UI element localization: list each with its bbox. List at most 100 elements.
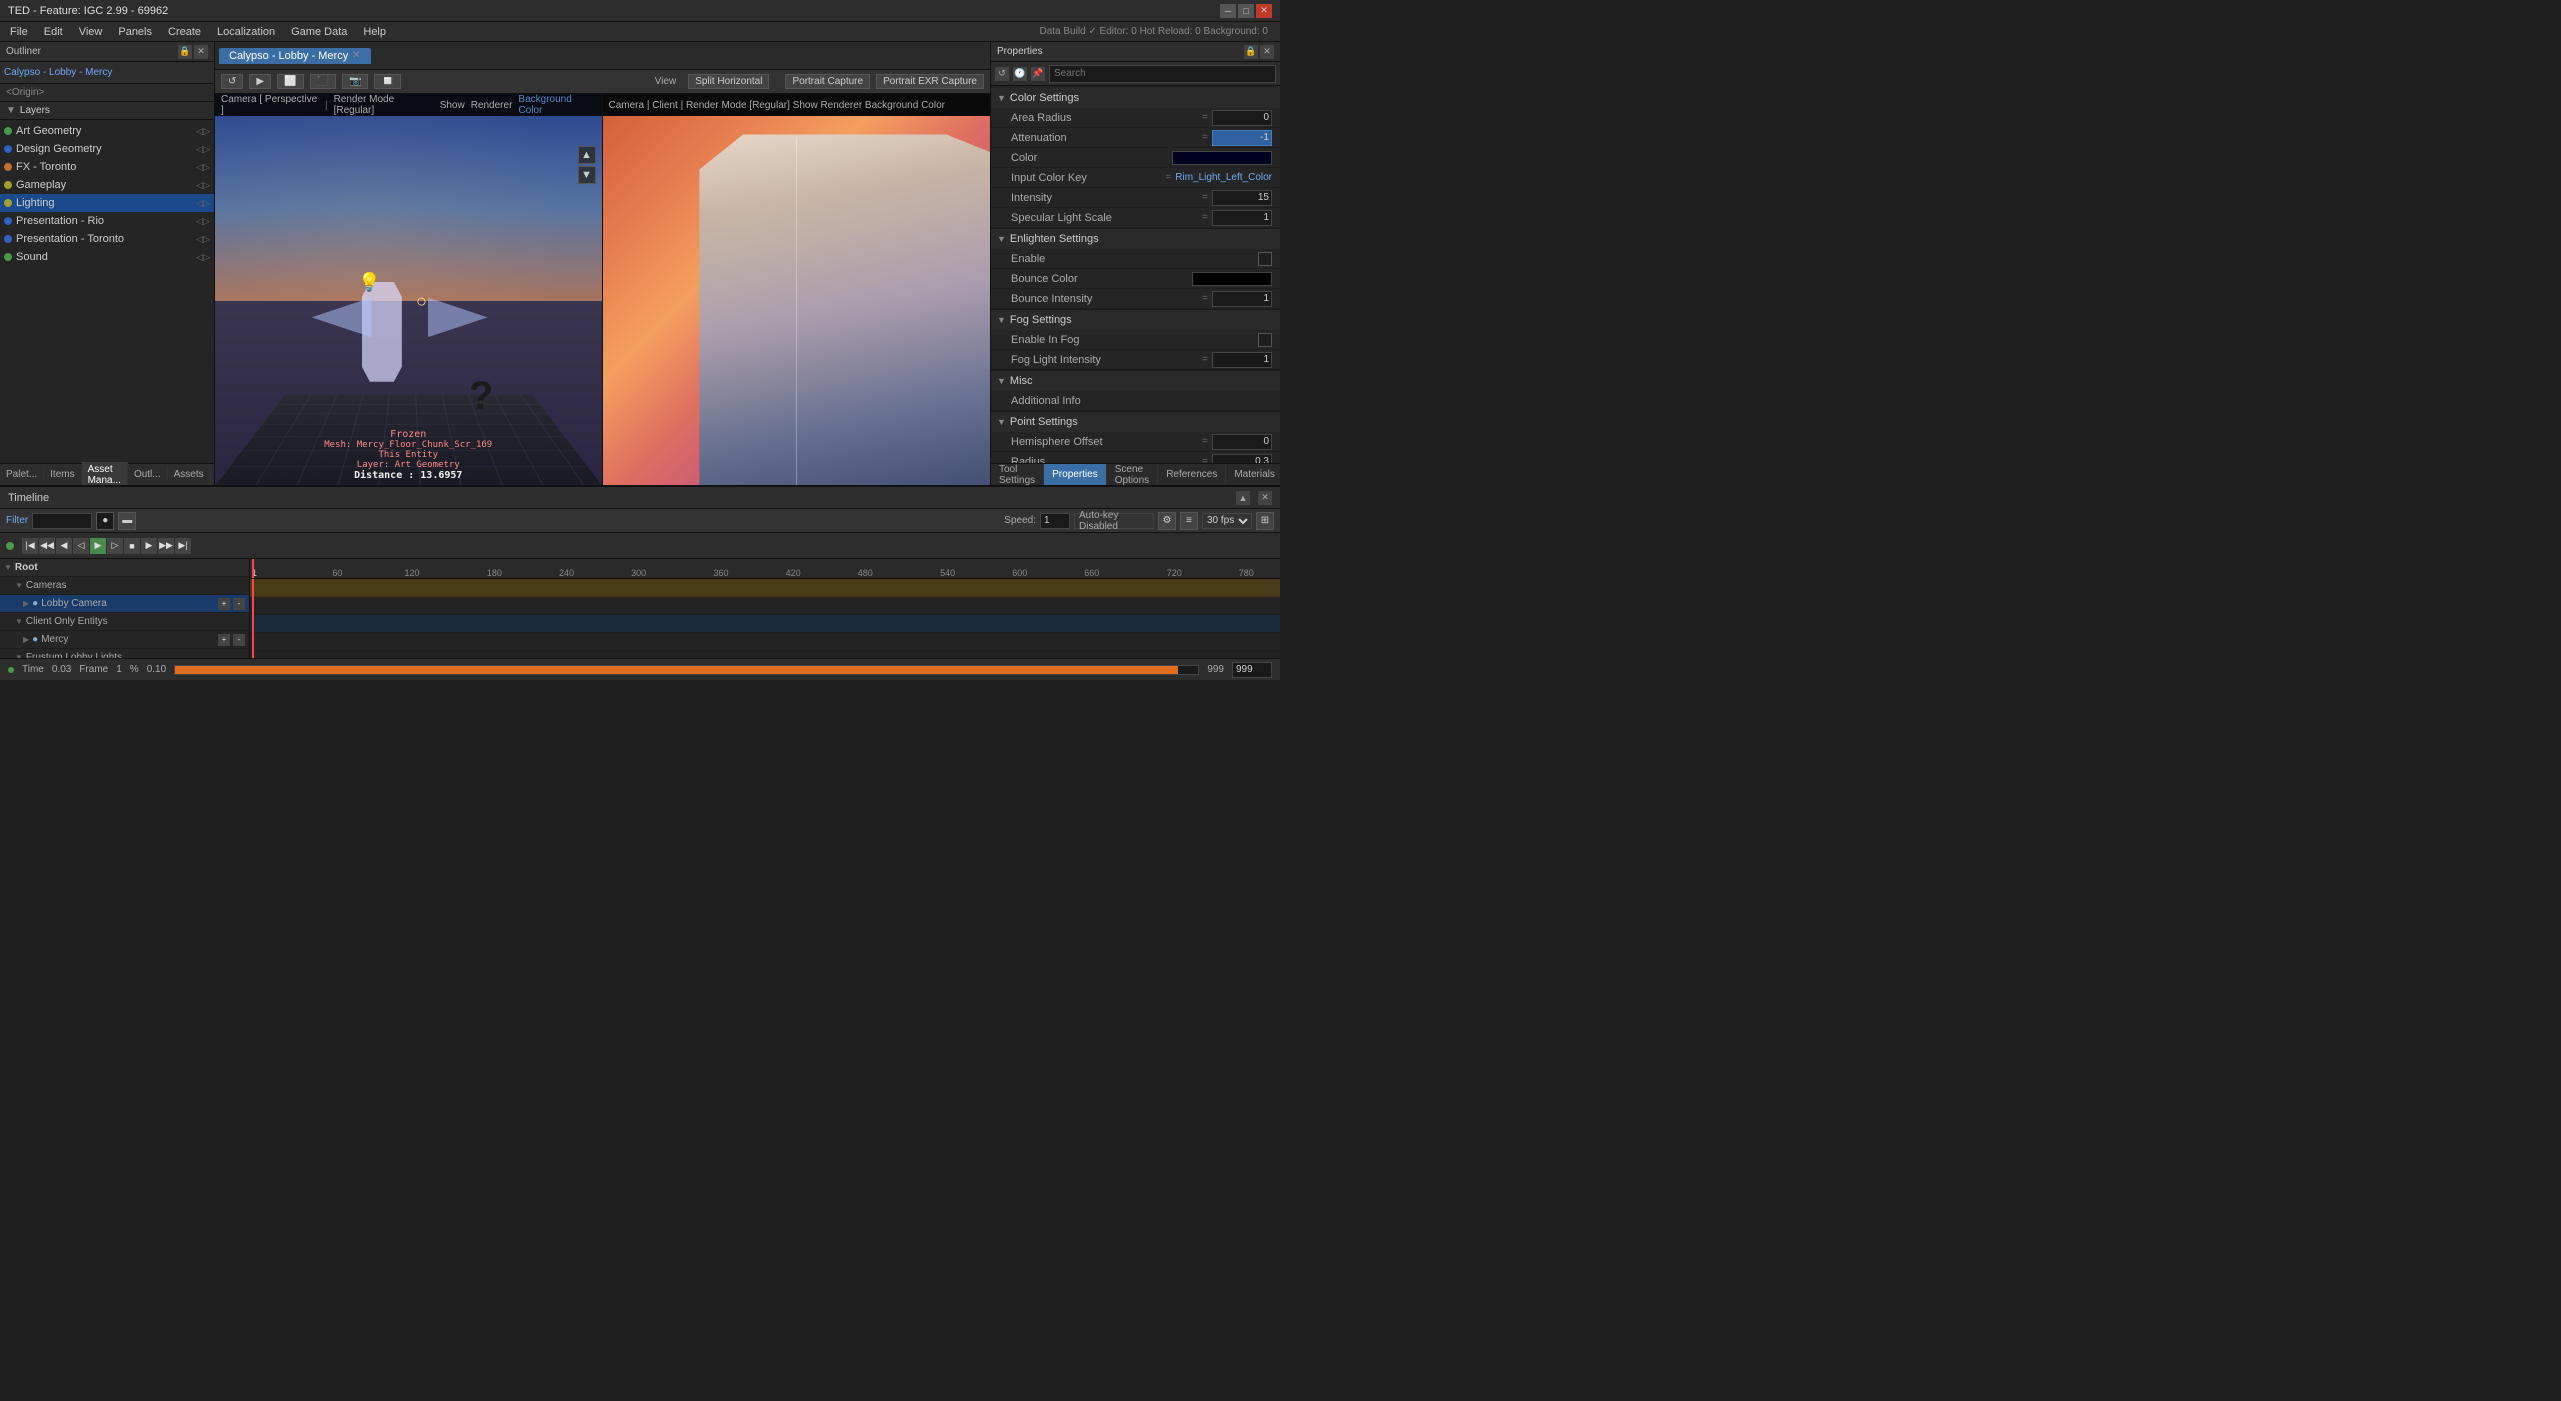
transport-end[interactable]: ▶| xyxy=(175,538,191,554)
props-refresh-button[interactable]: ↺ xyxy=(995,67,1009,81)
menu-game-data[interactable]: Game Data xyxy=(285,24,353,40)
layer-fx-toronto[interactable]: FX - Toronto ◁▷ xyxy=(0,158,214,176)
bg-color-button[interactable]: Background Color xyxy=(518,94,595,116)
transport-next-key[interactable]: ▶▶ xyxy=(158,538,174,554)
minimize-button[interactable]: ─ xyxy=(1220,4,1236,18)
layer-presentation-rio[interactable]: Presentation - Rio ◁▷ xyxy=(0,212,214,230)
props-tab-materials[interactable]: Materials xyxy=(1226,464,1280,485)
props-lock-button[interactable]: 🔒 xyxy=(1244,45,1258,59)
viewport-tab-main[interactable]: Calypso - Lobby - Mercy ✕ xyxy=(219,48,371,64)
tl-record-button[interactable]: ● xyxy=(96,512,114,530)
transport-prev-key[interactable]: ◀◀ xyxy=(39,538,55,554)
outliner-lock-button[interactable]: 🔒 xyxy=(178,45,192,59)
show-button[interactable]: Show xyxy=(440,100,465,111)
props-tab-references[interactable]: References xyxy=(1158,464,1226,485)
tl-btn-2[interactable]: ▬ xyxy=(118,512,136,530)
vp-toolbar-icon-6[interactable]: 🔲 xyxy=(374,74,400,89)
timeline-expand-button[interactable]: ▲ xyxy=(1236,491,1250,505)
props-tab-properties[interactable]: Properties xyxy=(1044,464,1107,485)
renderer-button[interactable]: Renderer xyxy=(471,100,513,111)
color-swatch[interactable] xyxy=(1172,151,1272,165)
vp-toolbar-icon-5[interactable]: 📷 xyxy=(342,74,368,89)
props-history-button[interactable]: 🕐 xyxy=(1013,67,1027,81)
tab-outliner[interactable]: Outl... xyxy=(128,467,168,482)
outliner-tab-parent[interactable]: Calypso - Lobby - Mercy xyxy=(4,67,112,78)
speed-input[interactable] xyxy=(1040,513,1070,529)
area-radius-input[interactable] xyxy=(1212,110,1272,126)
layer-lighting[interactable]: Lighting ◁▷ xyxy=(0,194,214,212)
track-mercy-add[interactable]: + xyxy=(218,634,230,646)
layer-design-geometry[interactable]: Design Geometry ◁▷ xyxy=(0,140,214,158)
vp-toolbar-icon-1[interactable]: ↺ xyxy=(221,74,243,89)
point-settings-header[interactable]: ▼ Point Settings xyxy=(991,412,1280,432)
transport-prev[interactable]: ◁ xyxy=(73,538,89,554)
vp-nav-up[interactable]: ▲ xyxy=(578,146,596,164)
menu-view[interactable]: View xyxy=(73,24,109,40)
menu-panels[interactable]: Panels xyxy=(112,24,158,40)
vp-toolbar-icon-3[interactable]: ⬜ xyxy=(277,74,303,89)
radius-input[interactable] xyxy=(1212,454,1272,464)
viewport-tab-close[interactable]: ✕ xyxy=(352,50,360,61)
tab-assets[interactable]: Assets xyxy=(168,467,211,482)
bounce-color-swatch[interactable] xyxy=(1192,272,1272,286)
layer-gameplay[interactable]: Gameplay ◁▷ xyxy=(0,176,214,194)
enlighten-enable-checkbox[interactable] xyxy=(1258,252,1272,266)
portrait-exr-button[interactable]: Portrait EXR Capture xyxy=(876,74,984,89)
vp-toolbar-icon-2[interactable]: ▶ xyxy=(249,74,271,89)
track-lobby-camera[interactable]: ▶ ● Lobby Camera + - xyxy=(0,595,249,613)
layer-art-geometry[interactable]: Art Geometry ◁▷ xyxy=(0,122,214,140)
maximize-button[interactable]: □ xyxy=(1238,4,1254,18)
specular-scale-input[interactable] xyxy=(1212,210,1272,226)
timeline-end-input[interactable] xyxy=(1232,662,1272,678)
props-pin-button[interactable]: 📌 xyxy=(1031,67,1045,81)
outliner-close-button[interactable]: ✕ xyxy=(194,45,208,59)
tl-btn-5[interactable]: ⊞ xyxy=(1256,512,1274,530)
auto-key-dropdown[interactable]: Auto-key Disabled xyxy=(1074,513,1154,529)
bounce-intensity-input[interactable] xyxy=(1212,291,1272,307)
tab-palette[interactable]: Palet... xyxy=(0,467,44,482)
timeline-main-area[interactable]: 1 60 120 180 240 300 360 420 480 540 600… xyxy=(250,559,1280,658)
filter-label[interactable]: Filter xyxy=(6,515,28,526)
transport-start[interactable]: |◀ xyxy=(22,538,38,554)
layer-presentation-toronto[interactable]: Presentation - Toronto ◁▷ xyxy=(0,230,214,248)
timeline-close-button[interactable]: ✕ xyxy=(1258,491,1272,505)
menu-file[interactable]: File xyxy=(4,24,34,40)
filter-input[interactable] xyxy=(32,513,92,529)
intensity-input[interactable] xyxy=(1212,190,1272,206)
fog-settings-header[interactable]: ▼ Fog Settings xyxy=(991,310,1280,330)
props-tab-tool-settings[interactable]: Tool Settings xyxy=(991,464,1044,485)
menu-help[interactable]: Help xyxy=(357,24,392,40)
menu-edit[interactable]: Edit xyxy=(38,24,69,40)
viewport-portrait[interactable]: Camera | Client | Render Mode [Regular] … xyxy=(603,94,991,485)
close-button[interactable]: ✕ xyxy=(1256,4,1272,18)
vp-toolbar-icon-4[interactable]: ⬛ xyxy=(310,74,336,89)
tab-items[interactable]: Items xyxy=(44,467,81,482)
attenuation-input[interactable] xyxy=(1212,130,1272,146)
color-settings-header[interactable]: ▼ Color Settings xyxy=(991,88,1280,108)
props-close-button[interactable]: ✕ xyxy=(1260,45,1274,59)
enlighten-settings-header[interactable]: ▼ Enlighten Settings xyxy=(991,229,1280,249)
tl-btn-3[interactable]: ⚙ xyxy=(1158,512,1176,530)
track-remove-key[interactable]: - xyxy=(233,598,245,610)
portrait-capture-button[interactable]: Portrait Capture xyxy=(785,74,870,89)
fog-light-intensity-input[interactable] xyxy=(1212,352,1272,368)
tl-btn-4[interactable]: ≡ xyxy=(1180,512,1198,530)
track-mercy[interactable]: ▶ ● Mercy + - xyxy=(0,631,249,649)
input-color-key-value[interactable]: Rim_Light_Left_Color xyxy=(1175,172,1272,183)
misc-header[interactable]: ▼ Misc xyxy=(991,371,1280,391)
transport-next[interactable]: ▷ xyxy=(107,538,123,554)
menu-localization[interactable]: Localization xyxy=(211,24,281,40)
vp-nav-down[interactable]: ▼ xyxy=(578,166,596,184)
enable-in-fog-checkbox[interactable] xyxy=(1258,333,1272,347)
transport-next-frame[interactable]: ▶ xyxy=(141,538,157,554)
menu-create[interactable]: Create xyxy=(162,24,207,40)
track-mercy-remove[interactable]: - xyxy=(233,634,245,646)
transport-stop[interactable]: ■ xyxy=(124,538,140,554)
viewport-3d[interactable]: Camera [ Perspective ] | Render Mode [Re… xyxy=(215,94,603,485)
hemisphere-offset-input[interactable] xyxy=(1212,434,1272,450)
split-mode-button[interactable]: Split Horizontal xyxy=(688,74,769,89)
transport-prev-frame[interactable]: ◀ xyxy=(56,538,72,554)
properties-search-input[interactable] xyxy=(1049,65,1276,83)
tab-asset-manager[interactable]: Asset Mana... xyxy=(82,462,128,486)
layer-sound[interactable]: Sound ◁▷ xyxy=(0,248,214,266)
